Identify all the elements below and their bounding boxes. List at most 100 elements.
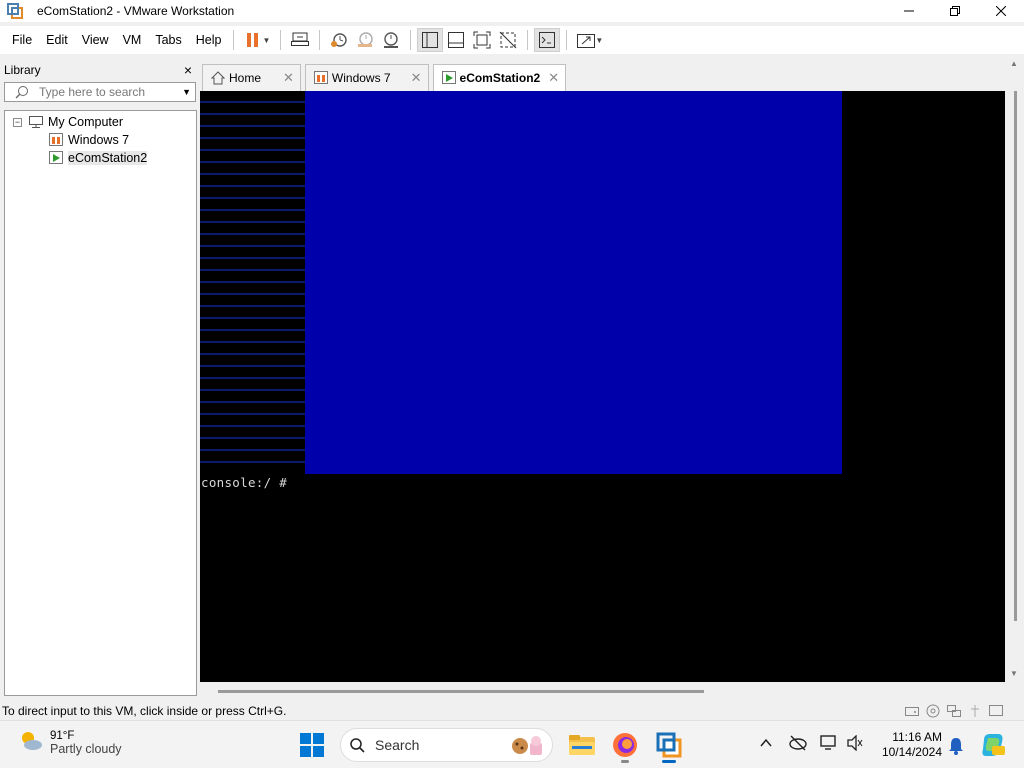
volume-muted-icon[interactable] bbox=[847, 734, 863, 754]
weather-condition: Partly cloudy bbox=[50, 741, 122, 756]
search-dropdown-icon[interactable]: ▼ bbox=[182, 87, 191, 97]
vm-running-icon bbox=[441, 71, 456, 85]
tray-overflow-chevron-icon[interactable] bbox=[760, 736, 772, 751]
clock-date: 10/14/2024 bbox=[881, 745, 942, 759]
home-icon bbox=[211, 71, 225, 85]
tab-ecomstation2[interactable]: eComStation2 ✕ bbox=[432, 64, 567, 91]
scrollbar-thumb[interactable] bbox=[1014, 91, 1017, 621]
vm-console-screen[interactable]: console:/ # bbox=[200, 91, 1005, 682]
window-title: eComStation2 - VMware Workstation bbox=[37, 4, 235, 18]
thumbnail-bar-icon[interactable] bbox=[443, 28, 469, 52]
tree-item-windows-7[interactable]: Windows 7 bbox=[48, 131, 129, 149]
taskbar-clock[interactable]: 11:16 AM 10/14/2024 bbox=[876, 730, 942, 760]
computer-icon bbox=[28, 115, 44, 129]
toolbar-separator bbox=[280, 30, 282, 50]
network-offline-icon[interactable] bbox=[789, 735, 807, 754]
library-tree: − My Computer Windows 7 eComStation2 bbox=[4, 110, 197, 696]
minimize-button[interactable] bbox=[886, 0, 932, 22]
tree-label: eComStation2 bbox=[68, 151, 148, 165]
tab-label: Windows 7 bbox=[331, 71, 391, 85]
library-title: Library bbox=[4, 63, 41, 77]
unity-icon[interactable] bbox=[495, 28, 521, 52]
snapshot-manager-icon[interactable] bbox=[378, 28, 404, 52]
file-explorer-icon[interactable] bbox=[568, 731, 596, 759]
snapshot-icon[interactable] bbox=[326, 28, 352, 52]
vmware-taskbar-icon[interactable] bbox=[655, 731, 683, 763]
scrollbar-thumb[interactable] bbox=[218, 690, 704, 693]
horizontal-scrollbar[interactable] bbox=[200, 683, 1005, 699]
vm-blue-window bbox=[305, 91, 842, 474]
library-search-input[interactable] bbox=[39, 85, 174, 99]
pause-dropdown-icon[interactable]: ▼ bbox=[262, 36, 270, 45]
toolbar-separator bbox=[233, 30, 235, 50]
message-log-icon[interactable] bbox=[988, 704, 1004, 718]
status-bar: To direct input to this VM, click inside… bbox=[0, 702, 1024, 720]
tree-item-ecomstation2[interactable]: eComStation2 bbox=[48, 149, 148, 167]
close-window-button[interactable] bbox=[978, 0, 1024, 22]
notification-bell-icon[interactable] bbox=[948, 737, 964, 758]
vm-icon bbox=[313, 71, 328, 85]
menu-bar: File Edit View VM Tabs Help ▼ ▼ bbox=[0, 26, 1024, 54]
search-highlight-icon bbox=[510, 733, 546, 757]
taskbar-search-box[interactable]: Search bbox=[340, 728, 553, 762]
tab-windows-7[interactable]: Windows 7 ✕ bbox=[304, 64, 429, 91]
menu-file[interactable]: File bbox=[6, 33, 38, 47]
clock-time: 11:16 AM bbox=[892, 730, 942, 744]
app-active-indicator bbox=[662, 760, 676, 763]
console-view-icon[interactable] bbox=[534, 28, 561, 52]
library-search-box[interactable]: ▼ bbox=[4, 82, 196, 102]
app-running-indicator bbox=[621, 760, 629, 763]
send-ctrl-alt-del-icon[interactable] bbox=[287, 28, 313, 52]
hard-disk-icon[interactable] bbox=[904, 704, 920, 718]
toolbar-separator bbox=[566, 30, 568, 50]
toolbar-separator bbox=[527, 30, 529, 50]
vmware-app-icon[interactable] bbox=[7, 3, 23, 19]
display-network-icon[interactable] bbox=[820, 735, 838, 754]
windows-taskbar: 91°F Partly cloudy Search 11:16 AM 10/14… bbox=[0, 720, 1024, 768]
usb-icon[interactable] bbox=[967, 704, 983, 718]
revert-snapshot-icon[interactable] bbox=[352, 28, 378, 52]
full-screen-icon[interactable] bbox=[469, 28, 495, 52]
copilot-icon[interactable] bbox=[980, 732, 1006, 761]
partly-cloudy-icon bbox=[18, 729, 44, 756]
menu-view[interactable]: View bbox=[76, 33, 115, 47]
tree-label: Windows 7 bbox=[68, 133, 130, 147]
search-icon bbox=[15, 85, 31, 99]
status-message: To direct input to this VM, click inside… bbox=[2, 704, 287, 718]
close-tab-icon[interactable]: ✕ bbox=[411, 70, 422, 86]
network-adapter-icon[interactable] bbox=[946, 704, 962, 718]
stretch-dropdown-icon[interactable]: ▼ bbox=[595, 36, 603, 45]
console-prompt: console:/ # bbox=[201, 475, 288, 490]
tab-home[interactable]: Home ✕ bbox=[202, 64, 301, 91]
search-icon bbox=[349, 737, 365, 753]
library-header: Library × bbox=[0, 60, 198, 80]
taskbar-search-label: Search bbox=[375, 737, 420, 753]
windows-start-icon[interactable] bbox=[300, 733, 324, 760]
vm-icon bbox=[48, 133, 64, 147]
close-tab-icon[interactable]: ✕ bbox=[548, 70, 559, 86]
close-tab-icon[interactable]: ✕ bbox=[283, 70, 294, 86]
menu-tabs[interactable]: Tabs bbox=[149, 33, 187, 47]
scroll-up-icon[interactable]: ▲ bbox=[1010, 59, 1018, 68]
restore-button[interactable] bbox=[932, 0, 978, 22]
menu-vm[interactable]: VM bbox=[117, 33, 148, 47]
tab-label: eComStation2 bbox=[459, 71, 541, 85]
menu-help[interactable]: Help bbox=[190, 33, 228, 47]
show-library-icon[interactable] bbox=[417, 28, 444, 52]
cd-dvd-icon[interactable] bbox=[925, 704, 941, 718]
collapse-toggle-icon[interactable]: − bbox=[13, 117, 22, 127]
weather-temperature: 91°F bbox=[50, 729, 75, 742]
vm-running-icon bbox=[48, 151, 64, 165]
title-bar: eComStation2 - VMware Workstation bbox=[0, 0, 1024, 22]
tree-item-my-computer[interactable]: − My Computer bbox=[13, 113, 123, 131]
menu-edit[interactable]: Edit bbox=[40, 33, 74, 47]
vertical-scrollbar[interactable]: ▲ ▼ bbox=[1007, 57, 1024, 680]
firefox-icon[interactable] bbox=[611, 731, 639, 763]
toolbar-separator bbox=[319, 30, 321, 50]
tab-label: Home bbox=[229, 71, 262, 85]
vm-striped-region bbox=[200, 91, 305, 463]
library-close-icon[interactable]: × bbox=[184, 62, 192, 78]
toolbar-separator bbox=[410, 30, 412, 50]
scroll-down-icon[interactable]: ▼ bbox=[1010, 669, 1018, 678]
weather-widget[interactable]: 91°F Partly cloudy bbox=[18, 729, 122, 756]
